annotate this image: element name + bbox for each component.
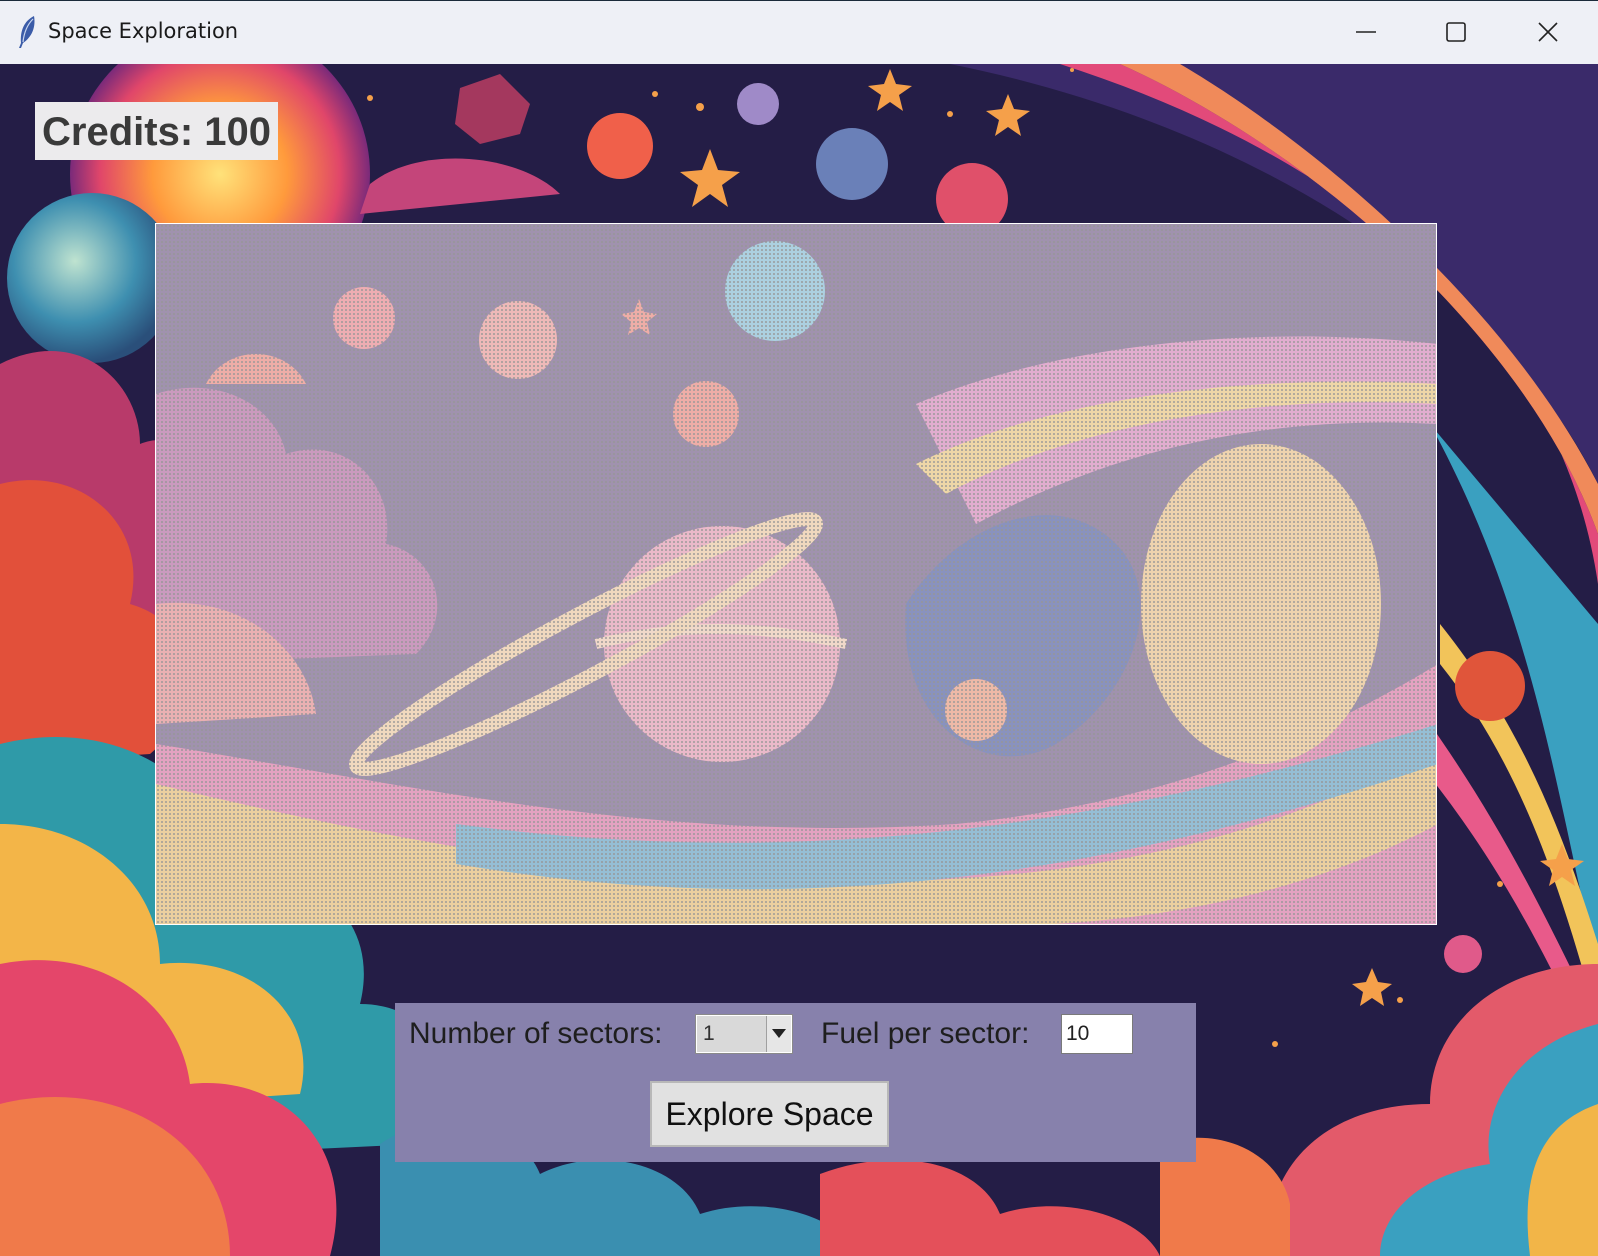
title-bar: Space Exploration	[0, 0, 1598, 64]
feather-icon	[19, 16, 35, 48]
chevron-down-icon	[772, 1029, 786, 1038]
sectors-combobox[interactable]: 1	[695, 1014, 793, 1054]
sectors-value[interactable]: 1	[697, 1016, 766, 1052]
control-panel: Number of sectors: 1 Fuel per sector: Ex…	[395, 1003, 1196, 1162]
maximize-icon	[1446, 22, 1466, 42]
minimize-button[interactable]	[1321, 1, 1411, 65]
canvas-dither-overlay	[156, 224, 1436, 924]
credits-label: Credits: 100	[35, 102, 278, 160]
space-scene: Credits: 100 Number of sectors: 1 Fuel p…	[0, 64, 1598, 1256]
close-button[interactable]	[1503, 1, 1593, 65]
explore-space-button[interactable]: Explore Space	[650, 1081, 889, 1147]
window-title: Space Exploration	[48, 19, 239, 43]
close-icon	[1538, 22, 1558, 42]
fuel-label: Fuel per sector:	[821, 1017, 1030, 1050]
sectors-dropdown-button[interactable]	[766, 1016, 791, 1052]
sectors-label: Number of sectors:	[409, 1017, 663, 1050]
minimize-icon	[1356, 31, 1376, 33]
maximize-button[interactable]	[1411, 1, 1501, 65]
exploration-canvas[interactable]	[155, 223, 1437, 925]
fuel-input[interactable]	[1061, 1014, 1133, 1054]
